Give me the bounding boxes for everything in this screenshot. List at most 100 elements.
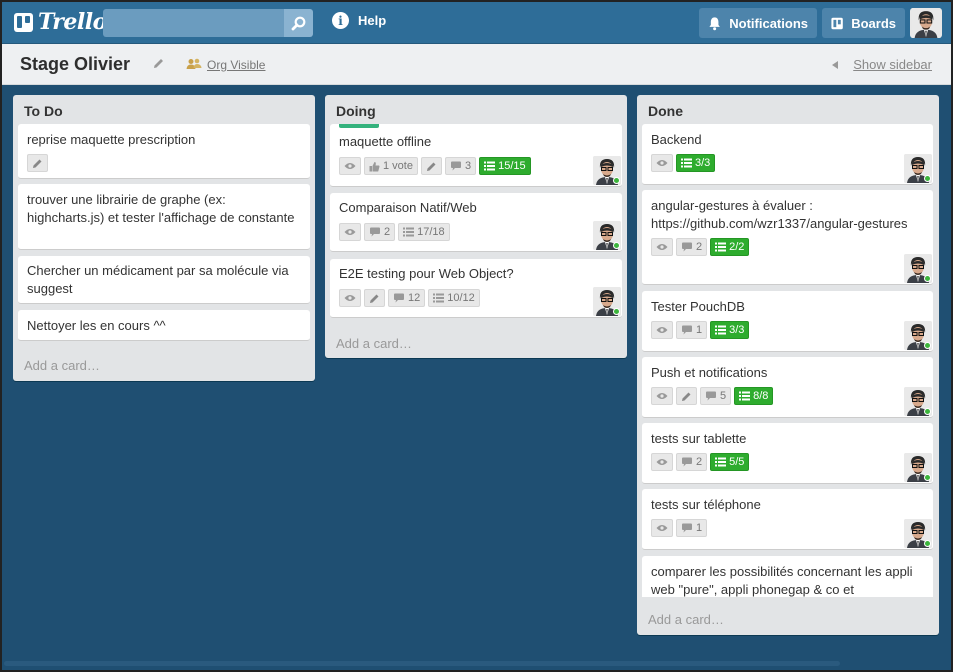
card[interactable]: reprise maquette prescription xyxy=(18,124,310,179)
header: Trello i Help Notifications Boards xyxy=(0,0,953,44)
card[interactable]: tests sur téléphone 1 xyxy=(642,489,933,550)
card[interactable]: tests sur tablette 2 5/5 xyxy=(642,423,933,484)
card[interactable]: angular-gestures à évaluer : https://git… xyxy=(642,190,933,285)
card-title: trouver une librairie de graphe (ex: hig… xyxy=(27,192,295,225)
bell-icon xyxy=(709,16,720,30)
online-status-icon xyxy=(924,275,931,282)
comments-badge: 2 xyxy=(676,238,708,256)
eye-icon xyxy=(344,295,356,301)
checklist-badge-complete: 5/5 xyxy=(710,453,750,471)
boards-icon xyxy=(831,17,843,29)
checklist-icon xyxy=(739,391,751,401)
checklist-badge: 17/18 xyxy=(398,223,450,241)
member-avatar[interactable] xyxy=(593,287,621,316)
add-card-link[interactable]: Add a card… xyxy=(336,336,412,351)
badge-text: 5 xyxy=(720,390,727,402)
add-card-link[interactable]: Add a card… xyxy=(648,612,724,627)
board-header: Stage Olivier Org Visible Show sidebar xyxy=(2,44,951,85)
watch-badge xyxy=(339,157,361,175)
checklist-badge-complete: 3/3 xyxy=(676,154,716,172)
card-badges xyxy=(27,154,301,172)
card[interactable]: Chercher un médicament par sa molécule v… xyxy=(18,256,310,304)
member-avatar[interactable] xyxy=(904,453,932,482)
card[interactable]: Push et notifications 5 8/8 xyxy=(642,357,933,418)
arrow-left-icon xyxy=(832,60,839,69)
horizontal-scrollbar[interactable] xyxy=(4,661,840,666)
pencil-icon xyxy=(426,162,436,171)
info-icon: i xyxy=(332,12,349,29)
card-badges: 2 17/18 xyxy=(339,223,613,241)
card-badges: 1 xyxy=(651,519,924,537)
card-title: tests sur téléphone xyxy=(651,497,761,512)
member-avatar[interactable] xyxy=(904,154,932,183)
thumbs-up-icon xyxy=(369,161,380,171)
badge-text: 3/3 xyxy=(729,324,745,336)
comment-icon xyxy=(682,325,692,335)
member-avatar[interactable] xyxy=(904,387,932,416)
trello-logo[interactable]: Trello xyxy=(14,9,107,35)
notifications-button[interactable]: Notifications xyxy=(699,8,817,38)
comment-icon xyxy=(394,293,404,303)
eye-icon xyxy=(656,244,668,250)
list-title[interactable]: To Do xyxy=(24,103,63,119)
checklist-icon xyxy=(433,293,445,303)
card-badges: 1 vote 3 15/15 xyxy=(339,157,613,175)
card[interactable]: maquette offline 1 vote 3 15/15 xyxy=(330,124,622,187)
eye-icon xyxy=(656,393,668,399)
watch-badge xyxy=(651,238,673,256)
list-doing: Doing maquette offline 1 vote 3 15/15 Co… xyxy=(325,95,627,358)
online-status-icon xyxy=(924,342,931,349)
badge-text: 1 xyxy=(696,324,703,336)
checklist-icon xyxy=(484,161,496,171)
card[interactable]: trouver une librairie de graphe (ex: hig… xyxy=(18,184,310,250)
member-avatar[interactable] xyxy=(904,254,932,283)
list-title[interactable]: Doing xyxy=(336,103,376,119)
watch-badge xyxy=(651,154,673,172)
badge-text: 3/3 xyxy=(695,157,711,169)
badge-text: 3 xyxy=(464,160,472,172)
visibility-link[interactable]: Org Visible xyxy=(207,58,265,72)
card[interactable]: Tester PouchDB 1 3/3 xyxy=(642,291,933,352)
badge-text: 1 xyxy=(696,522,703,534)
comment-icon xyxy=(682,457,692,467)
online-status-icon xyxy=(613,242,620,249)
member-avatar[interactable] xyxy=(904,321,932,350)
card[interactable]: Comparaison Natif/Web 2 17/18 xyxy=(330,193,622,252)
member-avatar[interactable] xyxy=(593,221,621,250)
member-avatar[interactable] xyxy=(904,519,932,548)
eye-icon xyxy=(656,327,668,333)
help-link[interactable]: i Help xyxy=(332,12,386,29)
search-input[interactable] xyxy=(103,9,284,37)
online-status-icon xyxy=(924,474,931,481)
boards-button[interactable]: Boards xyxy=(822,8,905,38)
card[interactable]: E2E testing pour Web Object? 12 10/12 xyxy=(330,259,622,318)
description-badge xyxy=(676,387,697,405)
online-status-icon xyxy=(924,540,931,547)
eye-icon xyxy=(344,229,356,235)
edit-title-icon[interactable] xyxy=(152,57,165,70)
add-card-link[interactable]: Add a card… xyxy=(24,358,100,373)
checklist-badge-complete: 8/8 xyxy=(734,387,774,405)
card-title: Nettoyer les en cours ^^ xyxy=(27,318,166,333)
search-button[interactable] xyxy=(284,9,313,37)
eye-icon xyxy=(344,163,356,169)
card-badges: 3/3 xyxy=(651,154,924,172)
trello-board-icon xyxy=(14,12,33,32)
card-badges: 2 2/2 xyxy=(651,238,924,256)
list-todo: To Do reprise maquette prescription trou… xyxy=(13,95,315,381)
card[interactable]: comparer les possibilités concernant les… xyxy=(642,556,933,597)
card[interactable]: Backend 3/3 xyxy=(642,124,933,185)
description-badge xyxy=(27,154,48,172)
user-avatar[interactable] xyxy=(910,8,942,38)
show-sidebar-link[interactable]: Show sidebar xyxy=(832,57,932,72)
logo-text: Trello xyxy=(38,9,107,35)
comments-badge: 1 xyxy=(676,519,708,537)
list-title[interactable]: Done xyxy=(648,103,683,119)
card[interactable]: Nettoyer les en cours ^^ xyxy=(18,310,310,341)
eye-icon xyxy=(656,160,668,166)
comment-icon xyxy=(682,242,692,252)
watch-badge xyxy=(651,321,673,339)
board-title[interactable]: Stage Olivier xyxy=(20,54,130,75)
member-avatar[interactable] xyxy=(593,156,621,185)
votes-badge: 1 vote xyxy=(364,157,418,175)
